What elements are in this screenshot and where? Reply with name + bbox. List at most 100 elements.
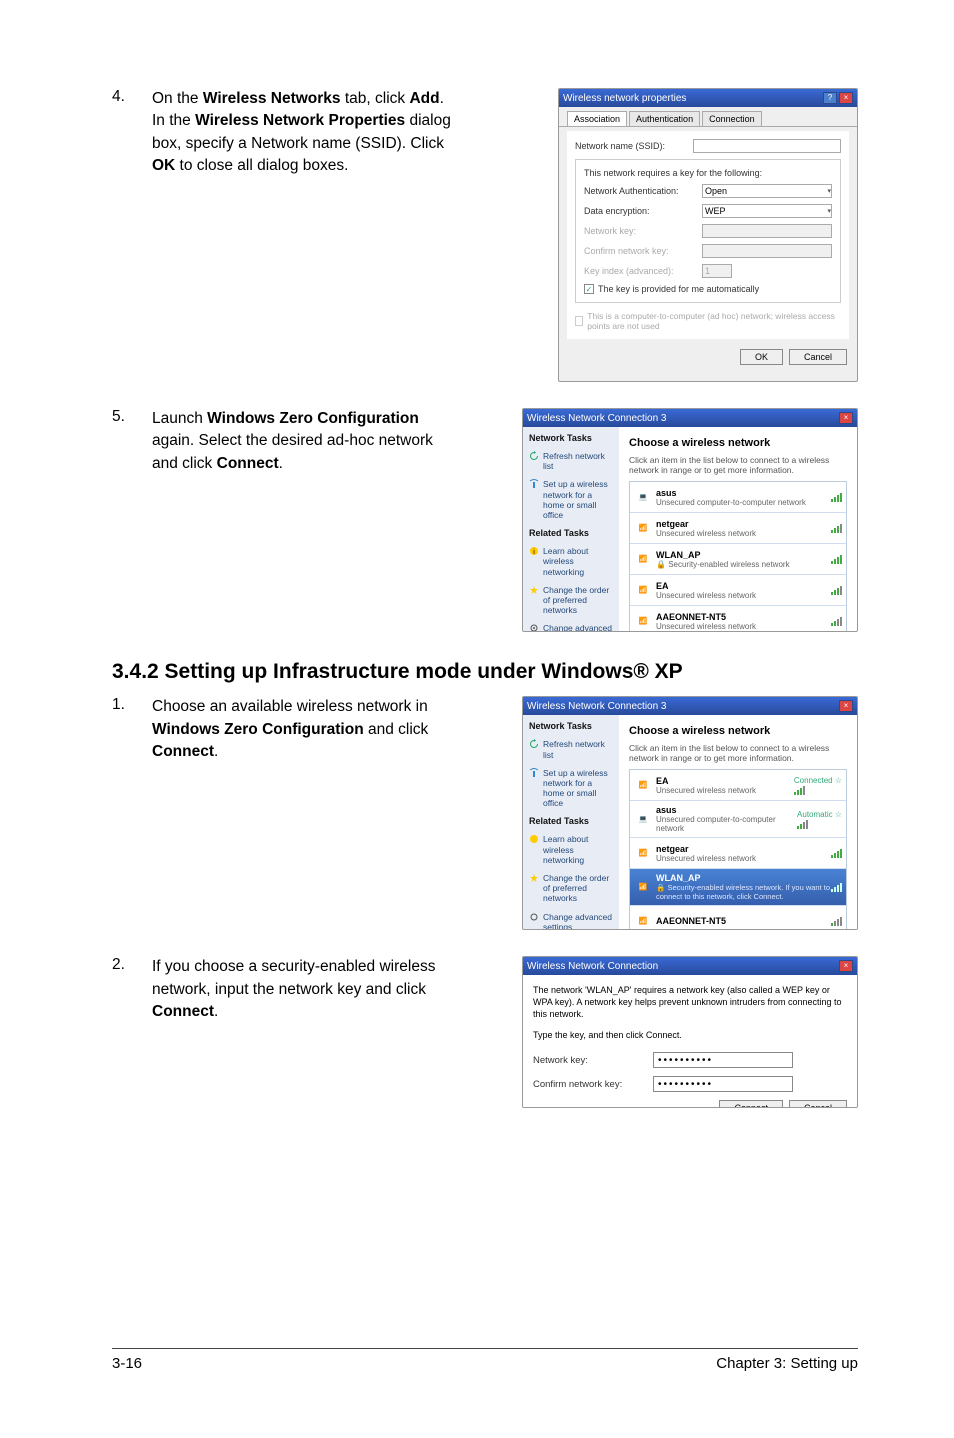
wifi-icon: 📶 (634, 548, 652, 570)
sidebar-heading-related-tasks: Related Tasks (529, 816, 613, 826)
sidebar-item-order[interactable]: Change the order of preferred networks (529, 873, 613, 904)
wifi-icon: 📶 (634, 910, 652, 930)
antenna-icon (529, 768, 539, 778)
wzc-title: Wireless Network Connection 3 (527, 701, 667, 712)
step4-text: On the Wireless Networks tab, click Add.… (152, 88, 454, 178)
wifi-icon: 📶 (634, 610, 652, 632)
network-row[interactable]: 📶 EAUnsecured wireless network Connected… (630, 770, 846, 801)
auto-key-checkbox[interactable]: ✓ (584, 284, 594, 294)
network-row[interactable]: 📶 EAUnsecured wireless network (630, 575, 846, 606)
sidebar-item-order[interactable]: Change the order of preferred networks (529, 585, 613, 616)
info-icon (529, 834, 539, 844)
network-row[interactable]: 📶 netgearUnsecured wireless network (630, 838, 846, 869)
auth-label: Network Authentication: (584, 186, 702, 196)
sidebar-item-advanced[interactable]: Change advanced settings (529, 912, 613, 931)
confirm-key-input[interactable]: •••••••••• (653, 1076, 793, 1092)
close-button[interactable]: × (839, 700, 853, 712)
ssid-input[interactable] (693, 139, 841, 153)
wzc-hint: Click an item in the list below to conne… (629, 455, 847, 475)
page-footer: 3-16 Chapter 3: Setting up (112, 1348, 858, 1372)
auto-key-label: The key is provided for me automatically (598, 284, 759, 294)
sidebar-item-learn[interactable]: Learn about wireless networking (529, 834, 613, 865)
page-number: 3-16 (112, 1355, 142, 1372)
confirm-key-label: Confirm network key: (584, 246, 702, 256)
network-key-input[interactable]: •••••••••• (653, 1052, 793, 1068)
tab-association[interactable]: Association (567, 111, 627, 126)
step2b-number: 2. (112, 956, 152, 974)
dialog-title: Wireless network properties (563, 93, 686, 104)
wireless-properties-dialog: Wireless network properties ? × Associat… (558, 88, 858, 382)
close-button[interactable]: × (839, 412, 853, 424)
wifi-icon: 📶 (634, 876, 652, 898)
close-button[interactable]: × (839, 960, 853, 972)
ok-button[interactable]: OK (740, 349, 783, 365)
confirm-key-input (702, 244, 832, 258)
network-row[interactable]: 📶 AAEONNET-NT5Unsecured wireless network (630, 606, 846, 632)
antenna-icon (529, 479, 539, 489)
tab-connection[interactable]: Connection (702, 111, 762, 126)
chapter-label: Chapter 3: Setting up (716, 1355, 858, 1372)
step1b-number: 1. (112, 696, 152, 714)
key-dialog-hint: The network 'WLAN_AP' requires a network… (533, 985, 847, 1020)
network-list: 📶 EAUnsecured wireless network Connected… (629, 769, 847, 930)
key-label: Network key: (584, 226, 702, 236)
help-button[interactable]: ? (823, 92, 837, 104)
wzc-sidebar: Network Tasks Refresh network list Set u… (523, 427, 619, 631)
sidebar-item-refresh[interactable]: Refresh network list (529, 451, 613, 471)
adhoc-icon: 💻 (634, 808, 652, 830)
wzc-window-step5: Wireless Network Connection 3 × Network … (522, 408, 858, 632)
enc-label: Data encryption: (584, 206, 702, 216)
sidebar-item-setup[interactable]: Set up a wireless network for a home or … (529, 768, 613, 809)
auth-select[interactable]: Open▾ (702, 184, 832, 198)
dialog-tabs: Association Authentication Connection (559, 107, 857, 127)
network-row[interactable]: 💻 asusUnsecured computer-to-computer net… (630, 801, 846, 838)
sidebar-item-setup[interactable]: Set up a wireless network for a home or … (529, 479, 613, 520)
sidebar-item-advanced[interactable]: Change advanced settings (529, 623, 613, 632)
confirm-key-label: Confirm network key: (533, 1079, 653, 1090)
wzc-title: Wireless Network Connection 3 (527, 413, 667, 424)
refresh-icon (529, 451, 539, 461)
wzc-main-heading: Choose a wireless network (629, 725, 847, 737)
cancel-button[interactable]: Cancel (789, 349, 847, 365)
star-icon (529, 585, 539, 595)
wzc-titlebar: Wireless Network Connection 3 × (523, 409, 857, 427)
wifi-icon: 📶 (634, 579, 652, 601)
step5-text: Launch Windows Zero Configuration again.… (152, 408, 454, 475)
dialog-titlebar: Wireless Network Connection × (523, 957, 857, 975)
network-row[interactable]: 📶 netgearUnsecured wireless network (630, 513, 846, 544)
wifi-icon: 📶 (634, 842, 652, 864)
wzc-hint: Click an item in the list below to conne… (629, 743, 847, 763)
dialog-title: Wireless Network Connection (527, 961, 658, 972)
ssid-label: Network name (SSID): (575, 141, 693, 151)
cancel-button[interactable]: Cancel (789, 1100, 847, 1108)
network-row[interactable]: 📶 WLAN_AP🔒 Security-enabled wireless net… (630, 544, 846, 575)
step5-number: 5. (112, 408, 152, 426)
wzc-main-panel: Choose a wireless network Click an item … (619, 427, 857, 631)
dialog-titlebar: Wireless network properties ? × (559, 89, 857, 107)
wzc-main-panel: Choose a wireless network Click an item … (619, 715, 857, 929)
wzc-sidebar: Network Tasks Refresh network list Set u… (523, 715, 619, 929)
sidebar-item-learn[interactable]: iLearn about wireless networking (529, 546, 613, 577)
network-row-selected[interactable]: 📶 WLAN_AP🔒 Security-enabled wireless net… (630, 869, 846, 906)
gear-icon (529, 623, 539, 632)
network-key-dialog: Wireless Network Connection × The networ… (522, 956, 858, 1108)
adhoc-icon: 💻 (634, 486, 652, 508)
enc-select[interactable]: WEP▾ (702, 204, 832, 218)
network-row[interactable]: 💻 asusUnsecured computer-to-computer net… (630, 482, 846, 513)
gear-icon (529, 912, 539, 922)
sidebar-item-refresh[interactable]: Refresh network list (529, 739, 613, 759)
sidebar-heading-network-tasks: Network Tasks (529, 721, 613, 731)
close-button[interactable]: × (839, 92, 853, 104)
key-dialog-type-hint: Type the key, and then click Connect. (533, 1030, 847, 1042)
wzc-titlebar: Wireless Network Connection 3 × (523, 697, 857, 715)
wifi-icon: 📶 (634, 517, 652, 539)
step1b-text: Choose an available wireless network in … (152, 696, 454, 763)
step4-number: 4. (112, 88, 152, 106)
wifi-icon: 📶 (634, 774, 652, 796)
step2b-text: If you choose a security-enabled wireles… (152, 956, 454, 1023)
connect-button[interactable]: Connect (719, 1100, 783, 1108)
network-row[interactable]: 📶 AAEONNET-NT5 (630, 906, 846, 930)
info-icon: i (529, 546, 539, 556)
sidebar-heading-related-tasks: Related Tasks (529, 528, 613, 538)
tab-authentication[interactable]: Authentication (629, 111, 700, 126)
